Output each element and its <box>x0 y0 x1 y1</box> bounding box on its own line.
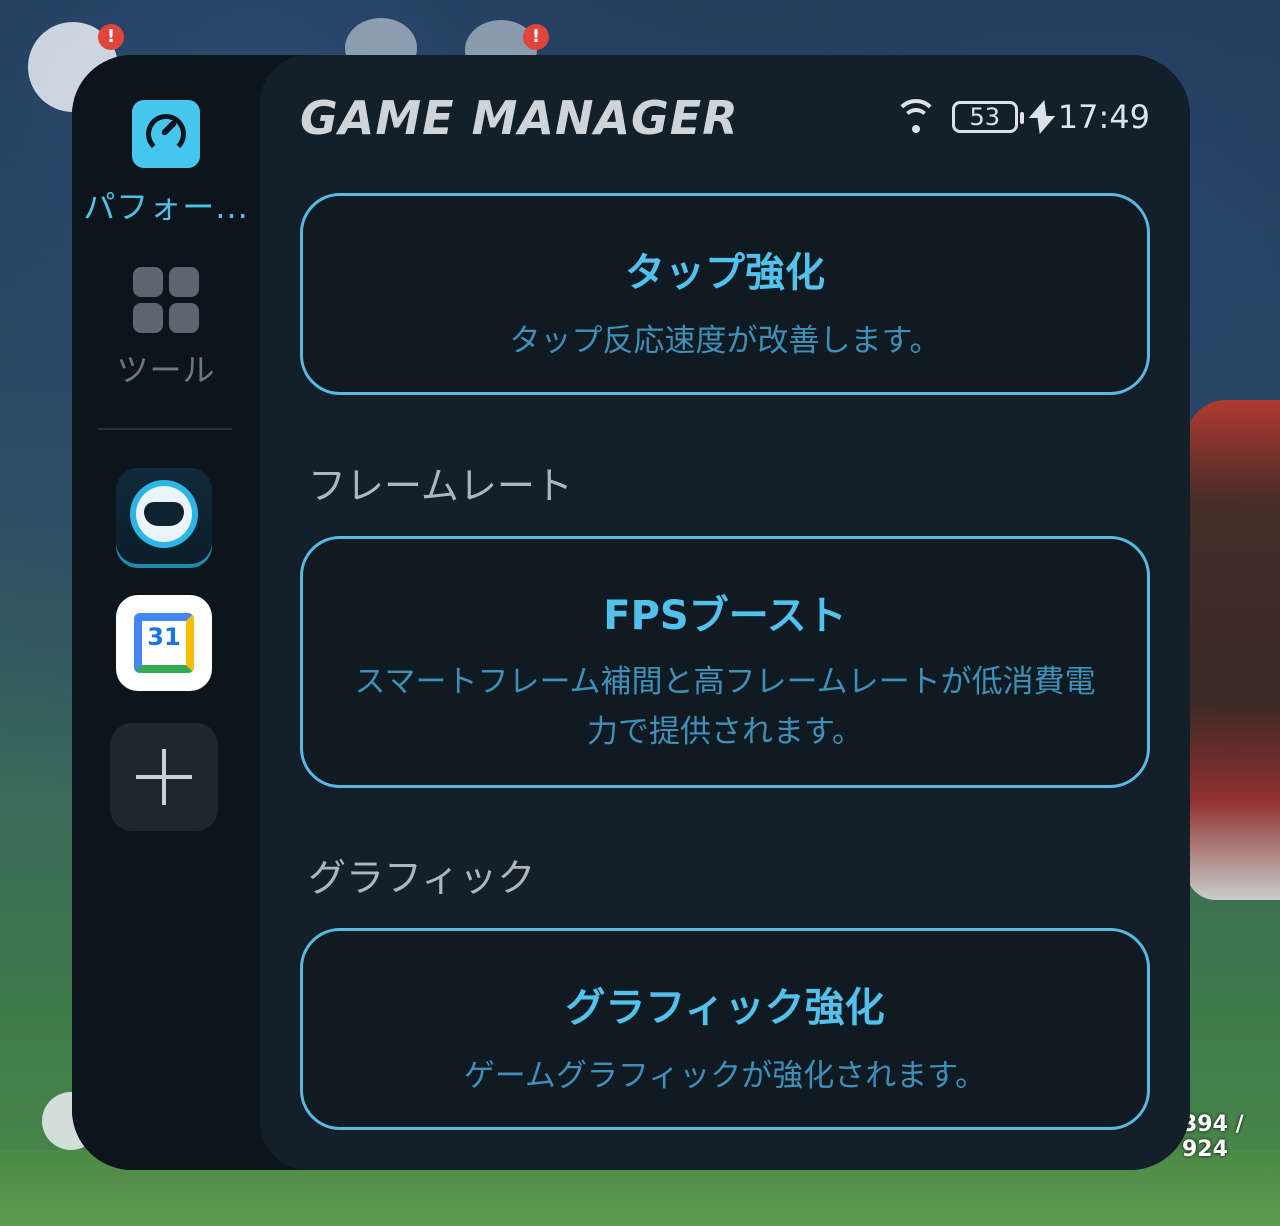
clock-time: 17:49 <box>1057 98 1150 136</box>
fps-boost-card[interactable]: FPSブースト スマートフレーム補間と高フレームレートが低消費電力で提供されます… <box>300 536 1150 788</box>
status-bar: 53 17:49 <box>893 97 1150 137</box>
sidebar-divider <box>98 428 232 430</box>
card-title: グラフィック強化 <box>565 985 885 1031</box>
card-description: スマートフレーム補間と高フレームレートが低消費電力で提供されます。 <box>354 664 1096 750</box>
graphics-enhance-card[interactable]: グラフィック強化 ゲームグラフィックが強化されます。 <box>300 928 1150 1130</box>
tap-enhance-card[interactable]: タップ強化 タップ反応速度が改善します。 <box>300 193 1150 395</box>
calendar-date: 31 <box>147 623 181 651</box>
card-description: ゲームグラフィックが強化されます。 <box>463 1058 987 1094</box>
grid-icon <box>133 267 199 333</box>
battery-level: 53 <box>969 103 1001 131</box>
sidebar: パフォー... ツール 31 <box>72 55 260 1170</box>
add-app-button[interactable] <box>110 723 218 831</box>
section-header-framerate: フレームレート <box>308 464 573 508</box>
game-counter: 394 / 924 <box>1182 1112 1244 1162</box>
main-content: GAME MANAGER 53 17:49 タップ強化 タップ反応速度が改善しま… <box>260 55 1190 1170</box>
card-title: タップ強化 <box>625 250 825 296</box>
sidebar-item-tools[interactable]: ツール <box>72 267 260 391</box>
panel-title: GAME MANAGER <box>300 91 739 145</box>
performance-gauge-icon <box>132 100 200 168</box>
card-title: FPSブースト <box>603 593 847 639</box>
alert-badge-icon: ! <box>98 24 124 50</box>
card-description: タップ反応速度が改善します。 <box>509 323 941 359</box>
wifi-icon <box>893 99 938 135</box>
game-character <box>1186 400 1280 900</box>
game-controller-app-icon[interactable] <box>116 468 212 564</box>
section-header-graphics: グラフィック <box>308 856 536 900</box>
alert-badge-icon: ! <box>523 24 549 50</box>
sidebar-item-label: パフォー... <box>83 188 249 226</box>
charging-bolt-icon <box>1030 100 1052 134</box>
battery-icon: 53 <box>951 101 1024 133</box>
sidebar-item-performance[interactable]: パフォー... <box>72 100 260 228</box>
calendar-app-icon[interactable]: 31 <box>116 595 212 691</box>
game-manager-panel: パフォー... ツール 31 GAME MANAGER 53 17:49 タップ… <box>72 55 1190 1170</box>
sidebar-item-label: ツール <box>116 351 216 389</box>
